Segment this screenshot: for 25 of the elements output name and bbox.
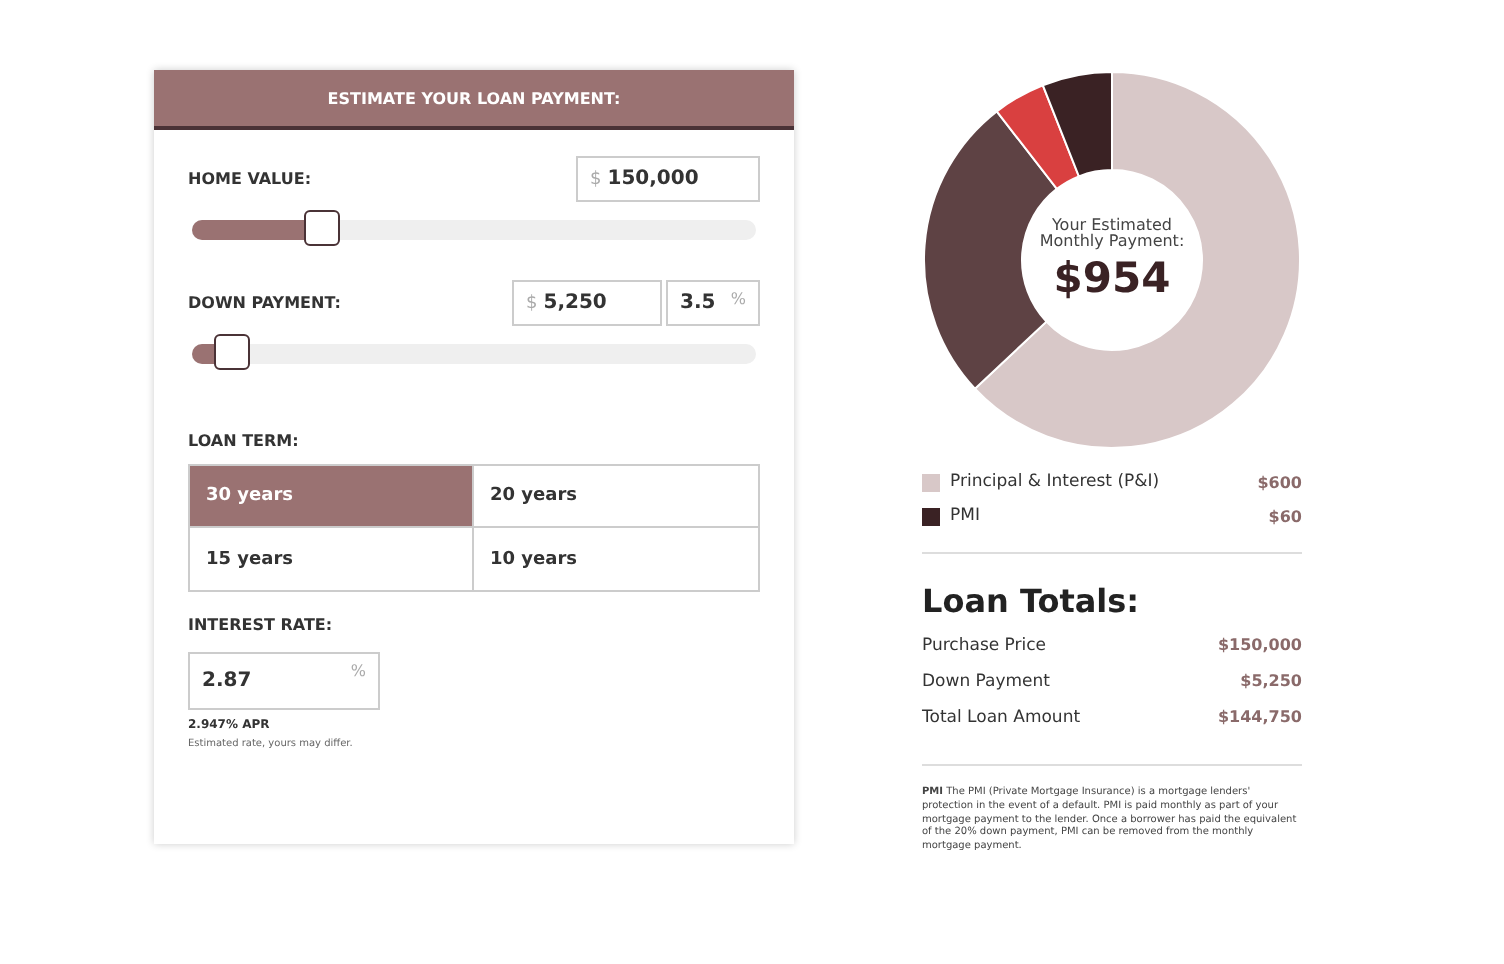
home-value-input[interactable]: $ 150,000 <box>576 156 760 202</box>
totals-title: Loan Totals: <box>922 582 1142 620</box>
down-payment-input[interactable]: $ 5,250 <box>512 280 662 326</box>
slider-handle[interactable] <box>213 334 250 370</box>
card-header: ESTIMATE YOUR LOAN PAYMENT: <box>154 70 794 130</box>
monthly-payment: $954 <box>1053 254 1171 303</box>
totals-label: Down Payment <box>922 672 1050 692</box>
totals-amount: $150,000 <box>1217 636 1302 656</box>
interest-rate-input[interactable]: 2.87 % <box>188 652 380 710</box>
field-label: INTEREST RATE: <box>188 616 335 634</box>
field-label: HOME VALUE: <box>188 170 312 188</box>
legend-label: PMI <box>950 506 980 526</box>
field-label: DOWN PAYMENT: <box>188 294 341 312</box>
totals-amount: $144,750 <box>1217 708 1302 728</box>
totals-label: Total Loan Amount <box>922 708 1081 728</box>
legend-label: Principal & Interest (P&I) <box>950 472 1160 492</box>
field-label: LOAN TERM: <box>188 432 301 450</box>
legend-amount: $600 <box>1257 473 1302 491</box>
percent-input[interactable]: 3.5 % <box>666 280 760 326</box>
donut-caption: Your Estimated Monthly Payment: <box>1037 217 1187 251</box>
legend-amount: $60 <box>1268 507 1302 525</box>
totals-label: Purchase Price <box>922 636 1047 656</box>
totals-amount: $5,250 <box>1240 672 1302 692</box>
slider-handle[interactable] <box>303 210 340 246</box>
term-option[interactable]: 30 years <box>190 466 474 528</box>
